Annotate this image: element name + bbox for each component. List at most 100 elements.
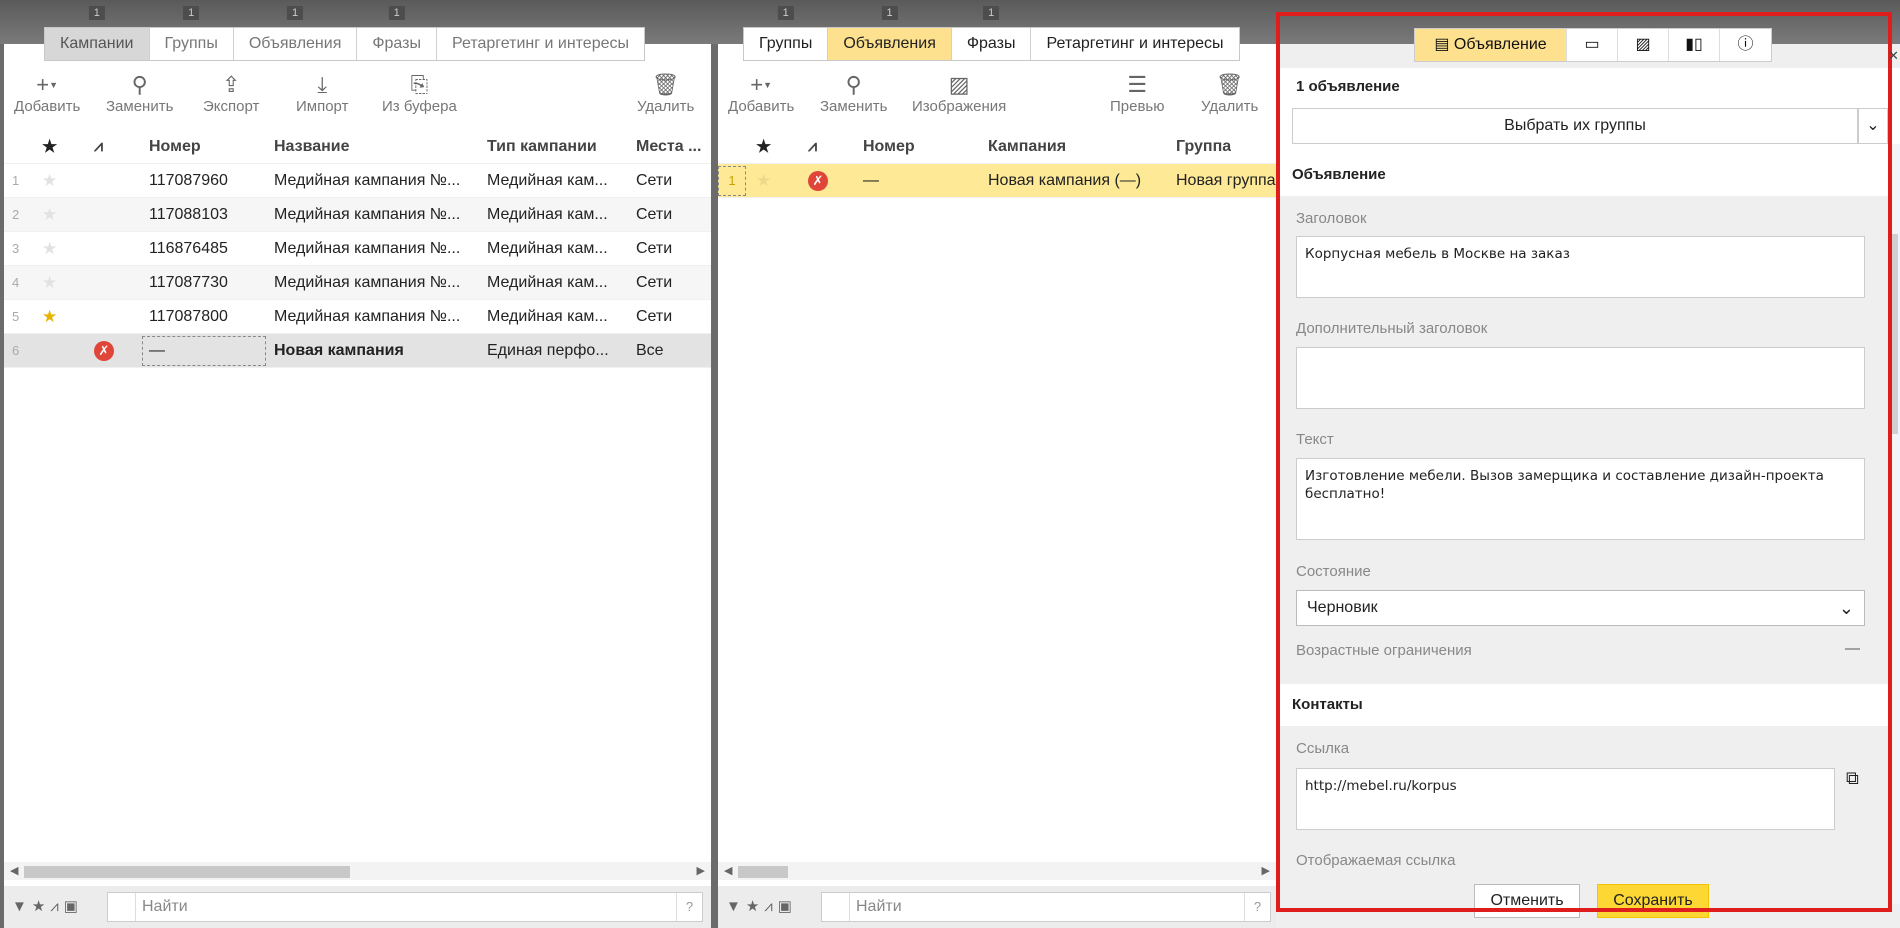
close-icon[interactable]: ✕ bbox=[1888, 48, 1899, 64]
column-number[interactable]: Номер bbox=[149, 130, 201, 164]
tab-video[interactable]: ▮▯ bbox=[1669, 29, 1720, 61]
cell-name: Медийная кампания №... bbox=[274, 172, 461, 189]
export-button[interactable]: ⇪ Экспорт bbox=[203, 72, 259, 116]
tab-ads[interactable]: 1 Объявления bbox=[234, 6, 358, 60]
choose-groups-button[interactable]: Выбрать их группы bbox=[1292, 108, 1858, 144]
row-number: 2 bbox=[12, 207, 20, 222]
tab-label: Фразы bbox=[966, 35, 1016, 52]
add-label: Добавить bbox=[14, 98, 81, 115]
star-column-icon[interactable]: ★ bbox=[42, 130, 57, 164]
vertical-scrollbar[interactable] bbox=[1888, 144, 1900, 904]
help-icon[interactable]: ? bbox=[676, 893, 702, 921]
images-button[interactable]: ▨ Изображения bbox=[912, 72, 1006, 116]
age-value[interactable]: — bbox=[1845, 640, 1860, 657]
from-buffer-button[interactable]: ⎘ Из буфера bbox=[382, 72, 457, 116]
delete-button[interactable]: 🗑 Удалить bbox=[637, 72, 694, 116]
star-icon[interactable]: ★ bbox=[756, 164, 771, 198]
column-number[interactable]: Номер bbox=[863, 130, 915, 164]
title-field[interactable]: Корпусная мебель в Москве на заказ bbox=[1296, 236, 1865, 298]
replace-button[interactable]: ⚲ Заменить bbox=[106, 72, 173, 116]
column-name[interactable]: Название bbox=[274, 130, 350, 164]
age-label: Возрастные ограничения bbox=[1296, 642, 1472, 659]
column-places[interactable]: Места ... bbox=[636, 130, 708, 164]
ad-icon: ▤ bbox=[1434, 36, 1454, 53]
link-field[interactable]: http://mebel.ru/korpus bbox=[1296, 768, 1835, 830]
tab-phrases[interactable]: 1 Фразы bbox=[952, 6, 1032, 60]
search-input[interactable]: Найти ? bbox=[107, 892, 703, 922]
status-column-icon[interactable]: ⩘ bbox=[808, 130, 817, 164]
table-row[interactable]: 4 ★ 117087730 Медийная кампания №... Мед… bbox=[4, 266, 711, 300]
status-select[interactable]: Черновик ⌄ bbox=[1296, 590, 1865, 626]
table-row[interactable]: 5 ★ 117087800 Медийная кампания №... Мед… bbox=[4, 300, 711, 334]
cell-type: Медийная кам... bbox=[487, 240, 608, 257]
horizontal-scrollbar[interactable]: ◀ ▶ bbox=[718, 862, 1276, 880]
scrollbar-thumb[interactable] bbox=[24, 866, 350, 878]
table-row-selected[interactable]: 1 ★ ✗ — Новая кампания (—) Новая группа bbox=[718, 164, 1276, 198]
tab-phrases[interactable]: 1 Фразы bbox=[357, 6, 437, 60]
table-row-selected[interactable]: 6 ★ ✗ — Новая кампания Единая перфо... В… bbox=[4, 334, 711, 368]
cell-places: Сети bbox=[636, 172, 673, 189]
scrollbar-thumb[interactable] bbox=[738, 866, 788, 878]
tab-groups[interactable]: 1 Группы bbox=[744, 6, 829, 60]
column-group[interactable]: Группа bbox=[1176, 130, 1231, 164]
scroll-left-icon[interactable]: ◀ bbox=[10, 862, 18, 880]
search-checkbox[interactable] bbox=[108, 893, 136, 921]
tab-sitelinks[interactable]: ▭ bbox=[1567, 29, 1618, 61]
star-icon[interactable]: ★ bbox=[42, 266, 57, 300]
chevron-down-icon[interactable]: ⌄ bbox=[1858, 108, 1888, 144]
table-row[interactable]: 3 ★ 116876485 Медийная кампания №... Мед… bbox=[4, 232, 711, 266]
scroll-right-icon[interactable]: ▶ bbox=[697, 862, 705, 880]
cell-group: Новая группа bbox=[1176, 172, 1276, 189]
trash-icon: 🗑 bbox=[651, 72, 680, 97]
table-row[interactable]: 1 ★ 117087960 Медийная кампания №... Мед… bbox=[4, 164, 711, 198]
tab-image[interactable]: ▨ bbox=[1618, 29, 1669, 61]
search-input[interactable]: Найти ? bbox=[821, 892, 1271, 922]
save-button[interactable]: Сохранить bbox=[1597, 884, 1709, 918]
tab-ad[interactable]: ▤ Объявление bbox=[1415, 29, 1567, 61]
add-button[interactable]: +▼ Добавить bbox=[728, 72, 794, 116]
help-icon[interactable]: ? bbox=[1244, 893, 1270, 921]
scroll-right-icon[interactable]: ▶ bbox=[1262, 862, 1270, 880]
cell-number-editing[interactable]: — bbox=[142, 336, 266, 366]
star-column-icon[interactable]: ★ bbox=[756, 130, 771, 164]
column-type[interactable]: Тип кампании bbox=[487, 130, 597, 164]
error-icon: ✗ bbox=[808, 164, 828, 198]
add-button[interactable]: +▼ Добавить bbox=[14, 72, 80, 116]
horizontal-scrollbar[interactable]: ◀ ▶ bbox=[4, 862, 711, 880]
tab-groups[interactable]: 1 Группы bbox=[150, 6, 234, 60]
tab-ads[interactable]: 1 Объявления bbox=[828, 6, 952, 60]
preview-button[interactable]: ☰ Превью bbox=[1110, 72, 1165, 116]
tab-badge: 1 bbox=[183, 6, 200, 20]
star-icon[interactable]: ★ bbox=[42, 300, 57, 334]
replace-button[interactable]: ⚲ Заменить bbox=[820, 72, 887, 116]
status-column-icon[interactable]: ⩘ bbox=[94, 130, 103, 164]
delete-label: Удалить bbox=[1201, 98, 1259, 115]
subtitle-field[interactable] bbox=[1296, 347, 1865, 409]
tab-retargeting[interactable]: Ретаргетинг и интересы bbox=[1031, 28, 1238, 60]
import-button[interactable]: ⤓ Импорт bbox=[296, 72, 348, 116]
table-row[interactable]: 2 ★ 117088103 Медийная кампания №... Мед… bbox=[4, 198, 711, 232]
scroll-left-icon[interactable]: ◀ bbox=[724, 862, 732, 880]
filter-icons[interactable]: ▼★⩘▣ bbox=[12, 897, 83, 915]
star-icon[interactable]: ★ bbox=[42, 232, 57, 266]
star-icon[interactable]: ★ bbox=[42, 164, 57, 198]
external-link-icon[interactable]: ⧉ bbox=[1846, 768, 1859, 789]
tab-retargeting[interactable]: Ретаргетинг и интересы bbox=[437, 28, 644, 60]
star-icon[interactable]: ★ bbox=[42, 334, 57, 368]
cell-name: Медийная кампания №... bbox=[274, 308, 461, 325]
text-field[interactable]: Изготовление мебели. Вызов замерщика и с… bbox=[1296, 458, 1865, 540]
cell-type: Медийная кам... bbox=[487, 274, 608, 291]
preview-label: Превью bbox=[1110, 98, 1165, 115]
tab-info[interactable]: ⓘ bbox=[1720, 29, 1771, 61]
delete-button[interactable]: 🗑 Удалить bbox=[1201, 72, 1258, 116]
campaigns-table: ★ ⩘ Номер Название Тип кампании Места ..… bbox=[4, 130, 711, 368]
search-checkbox[interactable] bbox=[822, 893, 850, 921]
scrollbar-thumb[interactable] bbox=[1890, 234, 1898, 434]
ads-footer: ▼★⩘▣ Найти ? bbox=[718, 886, 1276, 928]
star-icon[interactable]: ★ bbox=[42, 198, 57, 232]
column-campaign[interactable]: Кампания bbox=[988, 130, 1066, 164]
tab-campaigns[interactable]: 1 Кампании bbox=[45, 6, 150, 60]
filter-icons[interactable]: ▼★⩘▣ bbox=[726, 897, 797, 915]
upload-icon: ⇪ bbox=[221, 72, 241, 97]
cancel-button[interactable]: Отменить bbox=[1474, 884, 1580, 918]
